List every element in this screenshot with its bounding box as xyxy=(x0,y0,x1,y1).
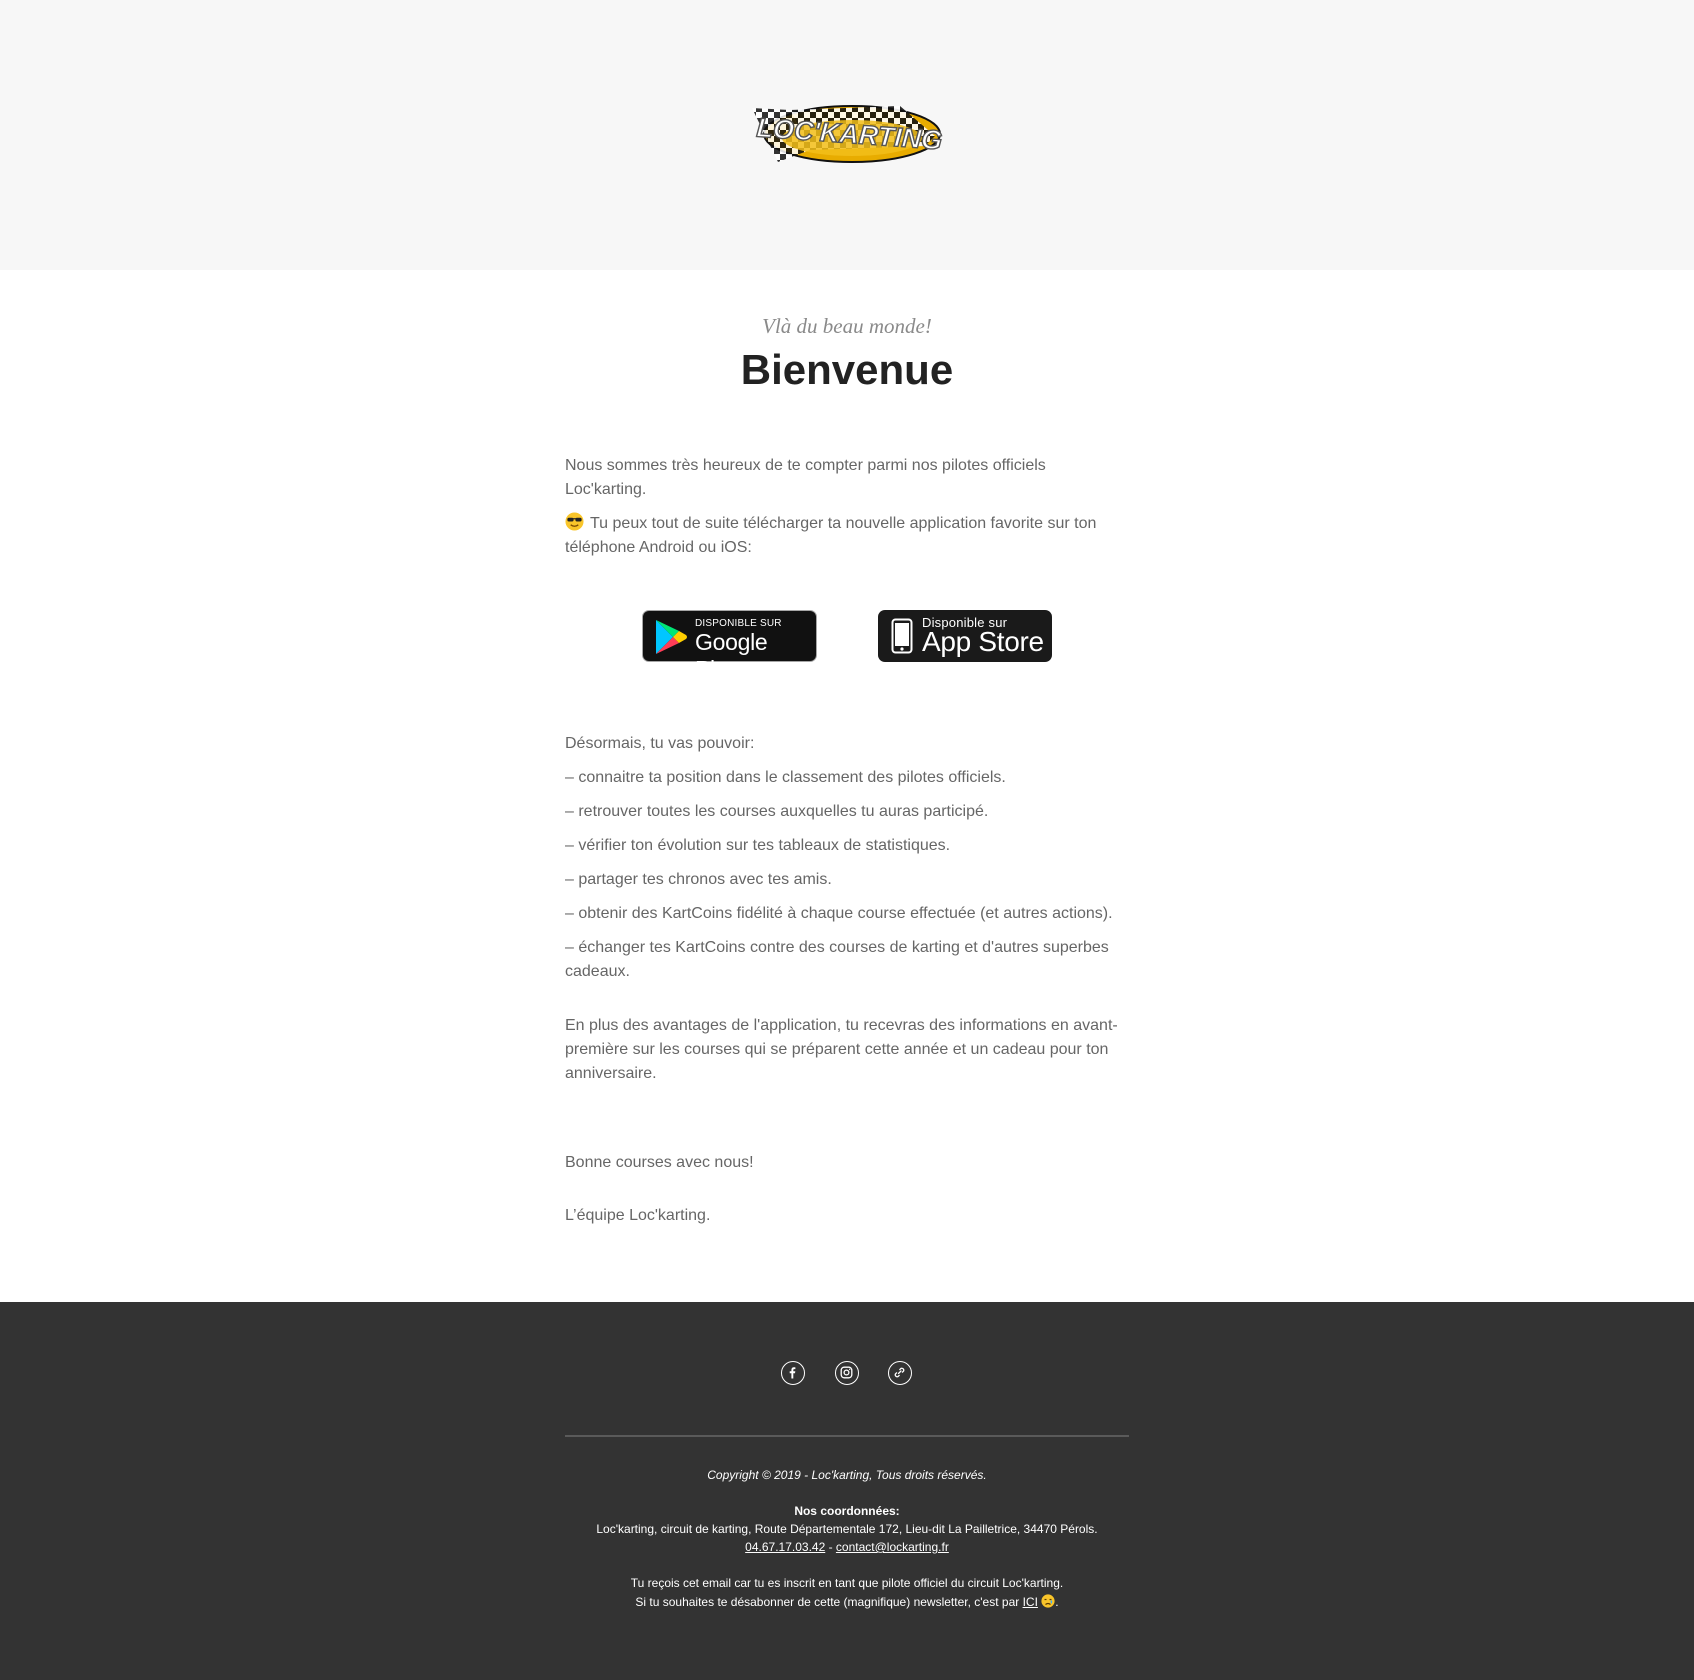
google-play-small-label: DISPONIBLE SUR xyxy=(695,618,782,629)
signature: L’équipe Loc'karting. xyxy=(565,1207,711,1224)
contact-heading: Nos coordonnées: xyxy=(794,1504,900,1518)
feature-item: – connaitre ta position dans le classeme… xyxy=(565,769,1006,786)
phone-icon xyxy=(891,618,913,654)
footer-divider xyxy=(565,1435,1129,1437)
feature-item: – partager tes chronos avec tes amis. xyxy=(565,871,832,888)
features-intro: Désormais, tu vas pouvoir: xyxy=(565,735,755,752)
instagram-icon xyxy=(840,1366,853,1379)
unsubscribe-suffix: . xyxy=(1055,1595,1059,1609)
feature-item: – échanger tes KartCoins contre des cour… xyxy=(565,939,1109,980)
email-footer: Copyright © 2019 - Loc'karting, Tous dro… xyxy=(0,1302,1694,1680)
app-store-big-label: App Store xyxy=(922,626,1044,657)
sunglasses-emoji-icon xyxy=(565,512,584,531)
extra-paragraph: En plus des avantages de l'application, … xyxy=(565,1017,1118,1082)
feature-item: – obtenir des KartCoins fidélité à chaqu… xyxy=(565,905,1113,922)
contact-separator: - xyxy=(825,1540,836,1554)
facebook-icon xyxy=(789,1367,796,1379)
instagram-link[interactable] xyxy=(835,1361,859,1385)
closing-block: Bonne courses avec nous! L’équipe Loc'ka… xyxy=(565,1151,1130,1238)
lockarting-logo[interactable]: LOC'KARTING xyxy=(750,100,948,170)
app-store-button[interactable]: Disponible sur App Store xyxy=(878,610,1052,662)
google-play-big-label: Google Play xyxy=(695,629,768,682)
copyright: Copyright © 2019 - Loc'karting, Tous dro… xyxy=(707,1468,987,1482)
preheading: Vlà du beau monde! xyxy=(762,314,932,338)
address: Loc'karting, circuit de karting, Route D… xyxy=(596,1522,1098,1536)
email-header: LOC'KARTING xyxy=(0,0,1694,270)
google-play-icon xyxy=(656,620,687,654)
notice-line: Tu reçois cet email car tu es inscrit en… xyxy=(630,1576,1064,1590)
feature-item: – retrouver toutes les courses auxquelle… xyxy=(565,803,989,820)
contact-line: 04.67.17.03.42 - contact@lockarting.fr xyxy=(0,1540,1694,1554)
feature-item: – vérifier ton évolution sur tes tableau… xyxy=(565,837,951,854)
download-paragraph-text: Tu peux tout de suite télécharger ta nou… xyxy=(565,515,1097,556)
unsubscribe-link[interactable]: ICI xyxy=(1023,1595,1038,1609)
features-block: Désormais, tu vas pouvoir: – connaitre t… xyxy=(565,732,1130,994)
email-body: Vlà du beau monde! Bienvenue Nous sommes… xyxy=(0,270,1694,1302)
closing-line: Bonne courses avec nous! xyxy=(565,1154,754,1171)
facebook-link[interactable] xyxy=(781,1361,805,1385)
extra-block: En plus des avantages de l'application, … xyxy=(565,1014,1130,1096)
google-play-button[interactable]: DISPONIBLE SUR Google Play xyxy=(642,610,817,682)
download-paragraph: Tu peux tout de suite télécharger ta nou… xyxy=(565,512,1130,560)
email-link[interactable]: contact@lockarting.fr xyxy=(836,1540,949,1554)
intro-paragraph: Nous sommes très heureux de te compter p… xyxy=(565,457,1046,498)
unsubscribe-prefix: Si tu souhaites te désabonner de cette (… xyxy=(635,1595,1023,1609)
link-icon xyxy=(894,1367,905,1378)
intro-block: Nous sommes très heureux de te compter p… xyxy=(565,454,1130,570)
phone-link[interactable]: 04.67.17.03.42 xyxy=(745,1540,825,1554)
sad-face-emoji-icon xyxy=(1041,1594,1055,1608)
page-title: Bienvenue xyxy=(740,346,954,393)
unsubscribe-line: Si tu souhaites te désabonner de cette (… xyxy=(0,1594,1694,1609)
website-link[interactable] xyxy=(888,1361,912,1385)
